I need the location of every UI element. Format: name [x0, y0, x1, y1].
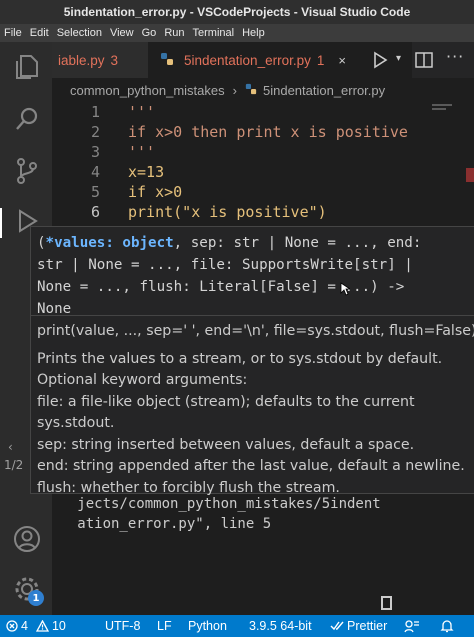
title-bar: 5indentation_error.py - VSCodeProjects -… — [0, 0, 474, 24]
close-icon[interactable]: × — [338, 53, 346, 68]
line-text: ''' — [128, 103, 156, 121]
menu-help[interactable]: Help — [242, 27, 265, 39]
python-file-icon — [160, 52, 174, 69]
double-check-icon — [330, 621, 344, 631]
code-line: 2 if x>0 then print x is positive — [52, 122, 452, 142]
python-file-icon — [245, 83, 257, 98]
hover-docstring: print(value, ..., sep=' ', end='\n', fil… — [37, 321, 474, 499]
chevron-up-icon[interactable]: ‹ — [8, 440, 13, 454]
line-text: ''' — [128, 143, 156, 161]
minimap[interactable] — [430, 102, 456, 122]
search-icon[interactable] — [12, 104, 42, 134]
line-number: 1 — [90, 103, 100, 121]
menu-go[interactable]: Go — [142, 27, 157, 39]
signature-text: (*values: object, sep: str | None = ...,… — [37, 232, 457, 320]
notifications-bell-icon[interactable] — [440, 615, 457, 637]
active-indicator — [0, 208, 2, 238]
code-line: 4 x=13 — [52, 162, 452, 182]
encoding-status[interactable]: UTF-8 — [105, 615, 140, 637]
line-text: if x>0 — [128, 183, 183, 201]
doc-line: file: a file-like object (stream); defau… — [37, 393, 415, 410]
panel-layout-icon[interactable] — [381, 596, 392, 610]
line-text: x=13 — [128, 163, 165, 181]
code-line: 1 ''' — [52, 102, 452, 122]
code-line: 5 if x>0 — [52, 182, 452, 202]
breadcrumb: common_python_mistakes › 5indentation_er… — [52, 78, 474, 102]
run-python-file-button[interactable] — [370, 50, 390, 70]
prettier-label: Prettier — [347, 619, 388, 633]
hover-widget: (*values: object, sep: str | None = ...,… — [30, 226, 474, 496]
mouse-cursor-icon — [340, 281, 352, 296]
split-editor-icon[interactable] — [414, 50, 434, 70]
language-mode-status[interactable]: Python — [188, 615, 227, 637]
error-icon — [6, 620, 18, 632]
doc-line: sep: string inserted between values, def… — [37, 436, 415, 453]
source-control-icon[interactable] — [12, 156, 42, 186]
signature-param-highlight: *values: object — [45, 235, 174, 251]
warning-icon — [35, 620, 49, 632]
signature-line: (*values: object, sep: str | None = ...,… — [37, 235, 422, 251]
tab-variable-py[interactable]: iable.py 3 — [52, 42, 148, 78]
tab-bar: iable.py 3 5indentation_error.py 1 × — [52, 42, 474, 78]
line-number: 2 — [90, 123, 100, 141]
breadcrumb-folder[interactable]: common_python_mistakes — [70, 83, 225, 98]
terminal-output: jects/common_python_mistakes/5indent ati… — [52, 494, 452, 534]
eol-status[interactable]: LF — [157, 615, 172, 637]
overload-pager: 1/2 — [4, 458, 24, 472]
tab-problem-count: 1 — [316, 53, 325, 68]
menu-run[interactable]: Run — [164, 27, 184, 39]
hover-divider — [31, 315, 474, 316]
tab-problem-count: 3 — [110, 52, 119, 68]
python-interpreter-status[interactable]: 3.9.5 64-bit — [249, 615, 312, 637]
line-text: if x>0 then print x is positive — [128, 123, 408, 141]
line-number: 3 — [90, 143, 100, 161]
signature-line: str | None = ..., file: SupportsWrite[st… — [37, 257, 413, 273]
doc-line: sys.stdout. — [37, 415, 115, 431]
problems-status[interactable]: 4 10 — [6, 615, 66, 637]
line-number: 6 — [90, 203, 100, 221]
doc-line: Prints the values to a stream, or to sys… — [37, 350, 443, 367]
breadcrumb-separator: › — [232, 82, 237, 98]
menu-selection[interactable]: Selection — [57, 27, 102, 39]
error-count: 4 — [21, 619, 28, 633]
chevron-down-icon[interactable]: ▾ — [396, 53, 401, 64]
more-actions-icon[interactable]: ··· — [446, 47, 464, 66]
terminal-line: ation_error.py", line 5 — [52, 516, 272, 532]
explorer-icon[interactable] — [12, 52, 42, 82]
menu-bar: File Edit Selection View Go Run Terminal… — [0, 24, 474, 42]
feedback-icon[interactable] — [404, 615, 423, 637]
menu-edit[interactable]: Edit — [30, 27, 49, 39]
status-bar: 4 10 UTF-8 LF Python 3.9.5 64-bit Pretti… — [0, 615, 474, 637]
scrollbar-error-marker — [466, 168, 474, 182]
terminal-line: jects/common_python_mistakes/5indent — [52, 496, 381, 512]
breadcrumb-file[interactable]: 5indentation_error.py — [263, 83, 385, 98]
doc-line: Optional keyword arguments: — [37, 372, 248, 388]
prettier-status[interactable]: Prettier — [330, 615, 387, 637]
menu-terminal[interactable]: Terminal — [193, 27, 235, 39]
line-number: 5 — [90, 183, 100, 201]
line-number: 4 — [90, 163, 100, 181]
settings-badge: 1 — [28, 590, 44, 606]
code-line-current: 6 print("x is positive") — [52, 202, 452, 222]
menu-file[interactable]: File — [4, 27, 22, 39]
tab-label: iable.py — [58, 52, 105, 68]
menu-view[interactable]: View — [110, 27, 134, 39]
doc-line: end: string appended after the last valu… — [37, 458, 465, 474]
warning-count: 10 — [51, 619, 66, 633]
account-icon[interactable] — [12, 524, 42, 554]
doc-call-signature: print(value, ..., sep=' ', end='\n', fil… — [37, 323, 474, 339]
window-title: 5indentation_error.py - VSCodeProjects -… — [63, 5, 411, 19]
line-text: print("x is positive") — [128, 203, 327, 221]
code-line: 3 ''' — [52, 142, 452, 162]
tab-label: 5indentation_error.py — [184, 53, 311, 68]
